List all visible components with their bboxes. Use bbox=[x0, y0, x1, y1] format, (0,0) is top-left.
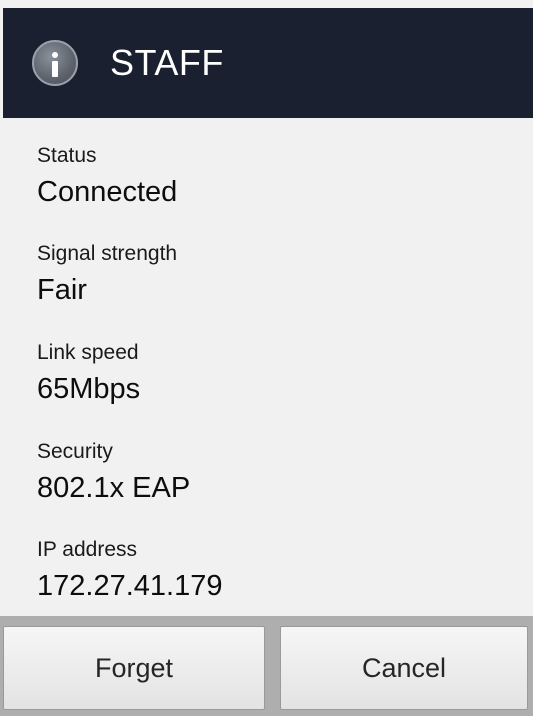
security-field: Security 802.1x EAP bbox=[37, 440, 190, 505]
signal-strength-value: Fair bbox=[37, 274, 87, 306]
link-speed-field: Link speed 65Mbps bbox=[37, 341, 140, 406]
link-speed-label: Link speed bbox=[37, 341, 139, 364]
forget-button[interactable]: Forget bbox=[3, 626, 265, 710]
ip-address-label: IP address bbox=[37, 538, 138, 561]
dialog-title: STAFF bbox=[110, 42, 224, 83]
ip-address-value: 172.27.41.179 bbox=[37, 570, 223, 602]
link-speed-value: 65Mbps bbox=[37, 373, 141, 405]
cancel-button[interactable]: Cancel bbox=[280, 626, 528, 710]
status-value: Connected bbox=[37, 176, 178, 208]
status-label: Status bbox=[37, 144, 97, 167]
security-label: Security bbox=[37, 440, 113, 463]
info-icon bbox=[32, 40, 78, 86]
dialog-titlebar: STAFF bbox=[3, 8, 533, 118]
signal-strength-label: Signal strength bbox=[37, 242, 178, 265]
network-details: Status Connected Signal strength Fair Li… bbox=[3, 118, 533, 616]
signal-strength-field: Signal strength Fair bbox=[37, 242, 177, 307]
wifi-network-dialog: STAFF Status Connected Signal strength F… bbox=[0, 0, 533, 716]
dialog-button-bar: Forget Cancel bbox=[0, 616, 533, 716]
security-value: 802.1x EAP bbox=[37, 472, 191, 504]
status-field: Status Connected bbox=[37, 144, 177, 209]
ip-address-field: IP address 172.27.41.179 bbox=[37, 538, 222, 603]
